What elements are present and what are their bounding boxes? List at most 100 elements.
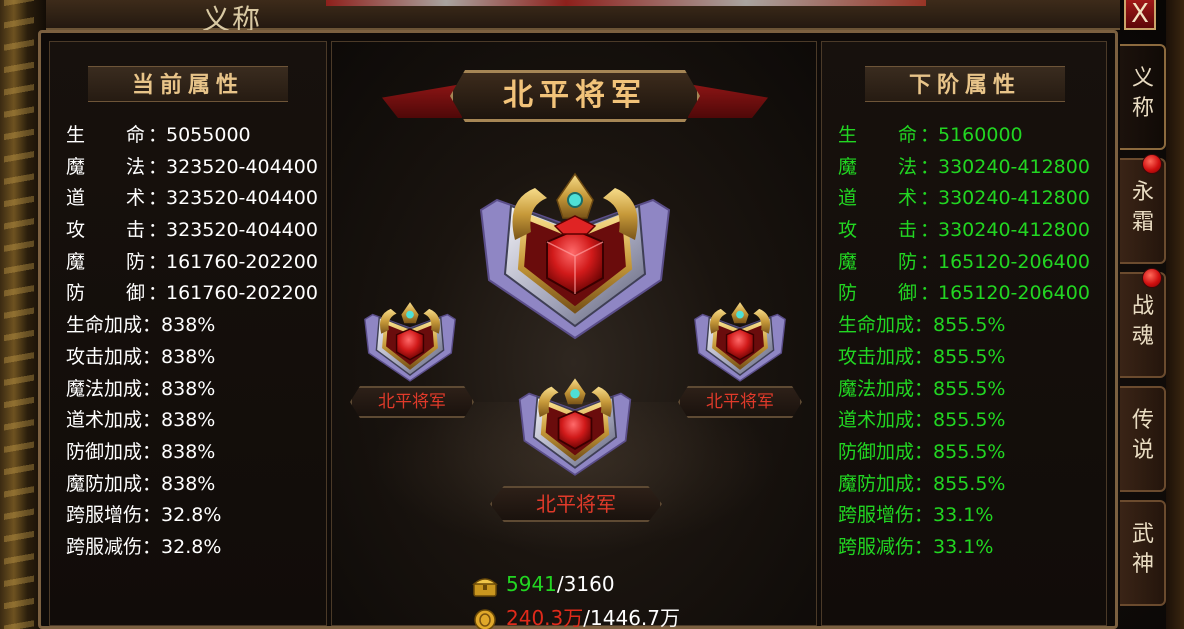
attribute-value: 323520-404400 <box>166 155 318 178</box>
tab-label: 武神 <box>1131 522 1154 577</box>
bonus-label: 跨服增伤 <box>66 504 143 527</box>
gold-cost-separator: / <box>556 572 564 596</box>
attribute-row: 魔防： 165120-206400 <box>838 247 1090 279</box>
attribute-value: 161760-202200 <box>166 250 318 273</box>
attribute-label: 防御： <box>66 282 168 305</box>
attribute-label: 攻击： <box>838 219 940 242</box>
tab-0[interactable]: 义称 <box>1120 44 1166 150</box>
rank-title-plate: 北平将军 <box>450 70 700 122</box>
bonus-row: 生命加成： 855.5% <box>838 310 1090 342</box>
left-rank-badge-icon <box>362 300 458 382</box>
bonus-separator: ： <box>914 472 934 495</box>
bonus-separator: ： <box>914 504 934 527</box>
attribute-label: 道术： <box>838 187 940 210</box>
bonus-label: 生命加成 <box>66 314 143 337</box>
bonus-value: 838% <box>161 472 216 495</box>
coin-cost-separator: / <box>583 606 591 629</box>
bonus-separator: ： <box>914 535 934 558</box>
bonus-label: 魔法加成 <box>838 377 915 400</box>
bonus-row: 跨服增伤： 33.1% <box>838 500 1090 532</box>
bonus-row: 魔法加成： 855.5% <box>838 374 1090 406</box>
bonus-label: 跨服减伤 <box>66 535 143 558</box>
attribute-value: 161760-202200 <box>166 282 318 305</box>
title-bar-ornament <box>326 0 926 6</box>
attribute-label: 魔法： <box>838 155 940 178</box>
side-tab-bar: 义称永霜战魂传说武神 <box>1120 44 1166 614</box>
bonus-label: 魔防加成 <box>66 472 143 495</box>
next-attributes-list: 生命： 5160000 魔法： 330240-412800 道术： 330240-4128… <box>838 120 1090 564</box>
bonus-separator: ： <box>142 314 162 337</box>
bonus-row: 跨服减伤： 33.1% <box>838 532 1090 564</box>
notification-dot-icon <box>1142 154 1162 174</box>
current-attributes-header: 当前属性 <box>88 66 288 102</box>
bonus-label: 防御加成 <box>838 440 915 463</box>
tab-label: 永霜 <box>1131 180 1154 235</box>
current-attributes-header-text: 当前属性 <box>131 72 244 98</box>
tab-2[interactable]: 战魂 <box>1120 268 1166 378</box>
bonus-value: 855.5% <box>933 314 1006 337</box>
bonus-label: 跨服减伤 <box>838 535 915 558</box>
attribute-row: 魔防： 161760-202200 <box>66 247 318 279</box>
gold-cost-row: 5941/3160 <box>472 570 615 598</box>
right-rank-badge-icon <box>692 300 788 382</box>
game-window: 义称 X 当前属性 生命： 5055000 魔法： 323520-404400 道术： 3… <box>0 0 1184 629</box>
attribute-row: 生命： 5055000 <box>66 120 318 152</box>
bonus-row: 跨服减伤： 32.8% <box>66 532 318 564</box>
attribute-value: 165120-206400 <box>938 282 1090 305</box>
bonus-separator: ： <box>914 409 934 432</box>
bonus-separator: ： <box>914 440 934 463</box>
bonus-label: 魔防加成 <box>838 472 915 495</box>
bonus-value: 838% <box>161 377 216 400</box>
gold-chest-icon <box>472 574 498 598</box>
bonus-value: 855.5% <box>933 345 1006 368</box>
bonus-value: 838% <box>161 345 216 368</box>
bonus-separator: ： <box>142 440 162 463</box>
attribute-row: 魔法： 330240-412800 <box>838 152 1090 184</box>
attribute-row: 攻击： 323520-404400 <box>66 215 318 247</box>
gold-coin-icon <box>472 608 498 629</box>
attribute-label: 防御： <box>838 282 940 305</box>
main-rank-badge-icon <box>475 170 675 340</box>
rank-display-panel: 北平将军 北平将军 北平将军 北平将军 5941/3160 240.3万/144… <box>331 41 817 629</box>
bottom-rank-badge-icon <box>516 376 634 476</box>
bonus-separator: ： <box>142 504 162 527</box>
attribute-row: 防御： 165120-206400 <box>838 278 1090 310</box>
rank-title-banner: 北平将军 <box>382 62 768 126</box>
bonus-row: 道术加成： 855.5% <box>838 405 1090 437</box>
attribute-value: 330240-412800 <box>938 155 1090 178</box>
bonus-value: 32.8% <box>161 535 222 558</box>
attribute-value: 165120-206400 <box>938 250 1090 273</box>
bonus-value: 838% <box>161 409 216 432</box>
notification-dot-icon <box>1142 268 1162 288</box>
attribute-row: 防御： 161760-202200 <box>66 278 318 310</box>
next-attributes-panel: 下阶属性 生命： 5160000 魔法： 330240-412800 道术： 330240… <box>821 41 1107 626</box>
attribute-label: 生命： <box>66 124 168 146</box>
bonus-separator: ： <box>914 345 934 368</box>
coin-need-value: 1446.7万 <box>590 606 680 629</box>
attribute-row: 道术： 330240-412800 <box>838 183 1090 215</box>
close-button[interactable]: X <box>1124 0 1156 30</box>
bonus-row: 道术加成： 838% <box>66 405 318 437</box>
bonus-label: 跨服增伤 <box>838 504 915 527</box>
attribute-row: 生命： 5160000 <box>838 120 1090 152</box>
next-attributes-header-text: 下阶属性 <box>908 72 1021 98</box>
bonus-value: 855.5% <box>933 377 1006 400</box>
bonus-label: 攻击加成 <box>66 345 143 368</box>
tab-3[interactable]: 传说 <box>1120 386 1166 492</box>
tab-1[interactable]: 永霜 <box>1120 154 1166 264</box>
attribute-row: 魔法： 323520-404400 <box>66 152 318 184</box>
bonus-value: 855.5% <box>933 409 1006 432</box>
attribute-row: 攻击： 330240-412800 <box>838 215 1090 247</box>
bonus-label: 道术加成 <box>838 409 915 432</box>
attribute-value: 323520-404400 <box>166 187 318 210</box>
attribute-value: 330240-412800 <box>938 187 1090 210</box>
bonus-label: 魔法加成 <box>66 377 143 400</box>
attribute-value: 5055000 <box>166 124 251 146</box>
tab-4[interactable]: 武神 <box>1120 500 1166 606</box>
tab-label: 义称 <box>1131 66 1154 121</box>
tab-label: 传说 <box>1131 408 1154 463</box>
bonus-separator: ： <box>914 314 934 337</box>
left-badge-name-plate: 北平将军 <box>350 386 474 418</box>
right-badge-name-plate: 北平将军 <box>678 386 802 418</box>
bonus-separator: ： <box>142 535 162 558</box>
